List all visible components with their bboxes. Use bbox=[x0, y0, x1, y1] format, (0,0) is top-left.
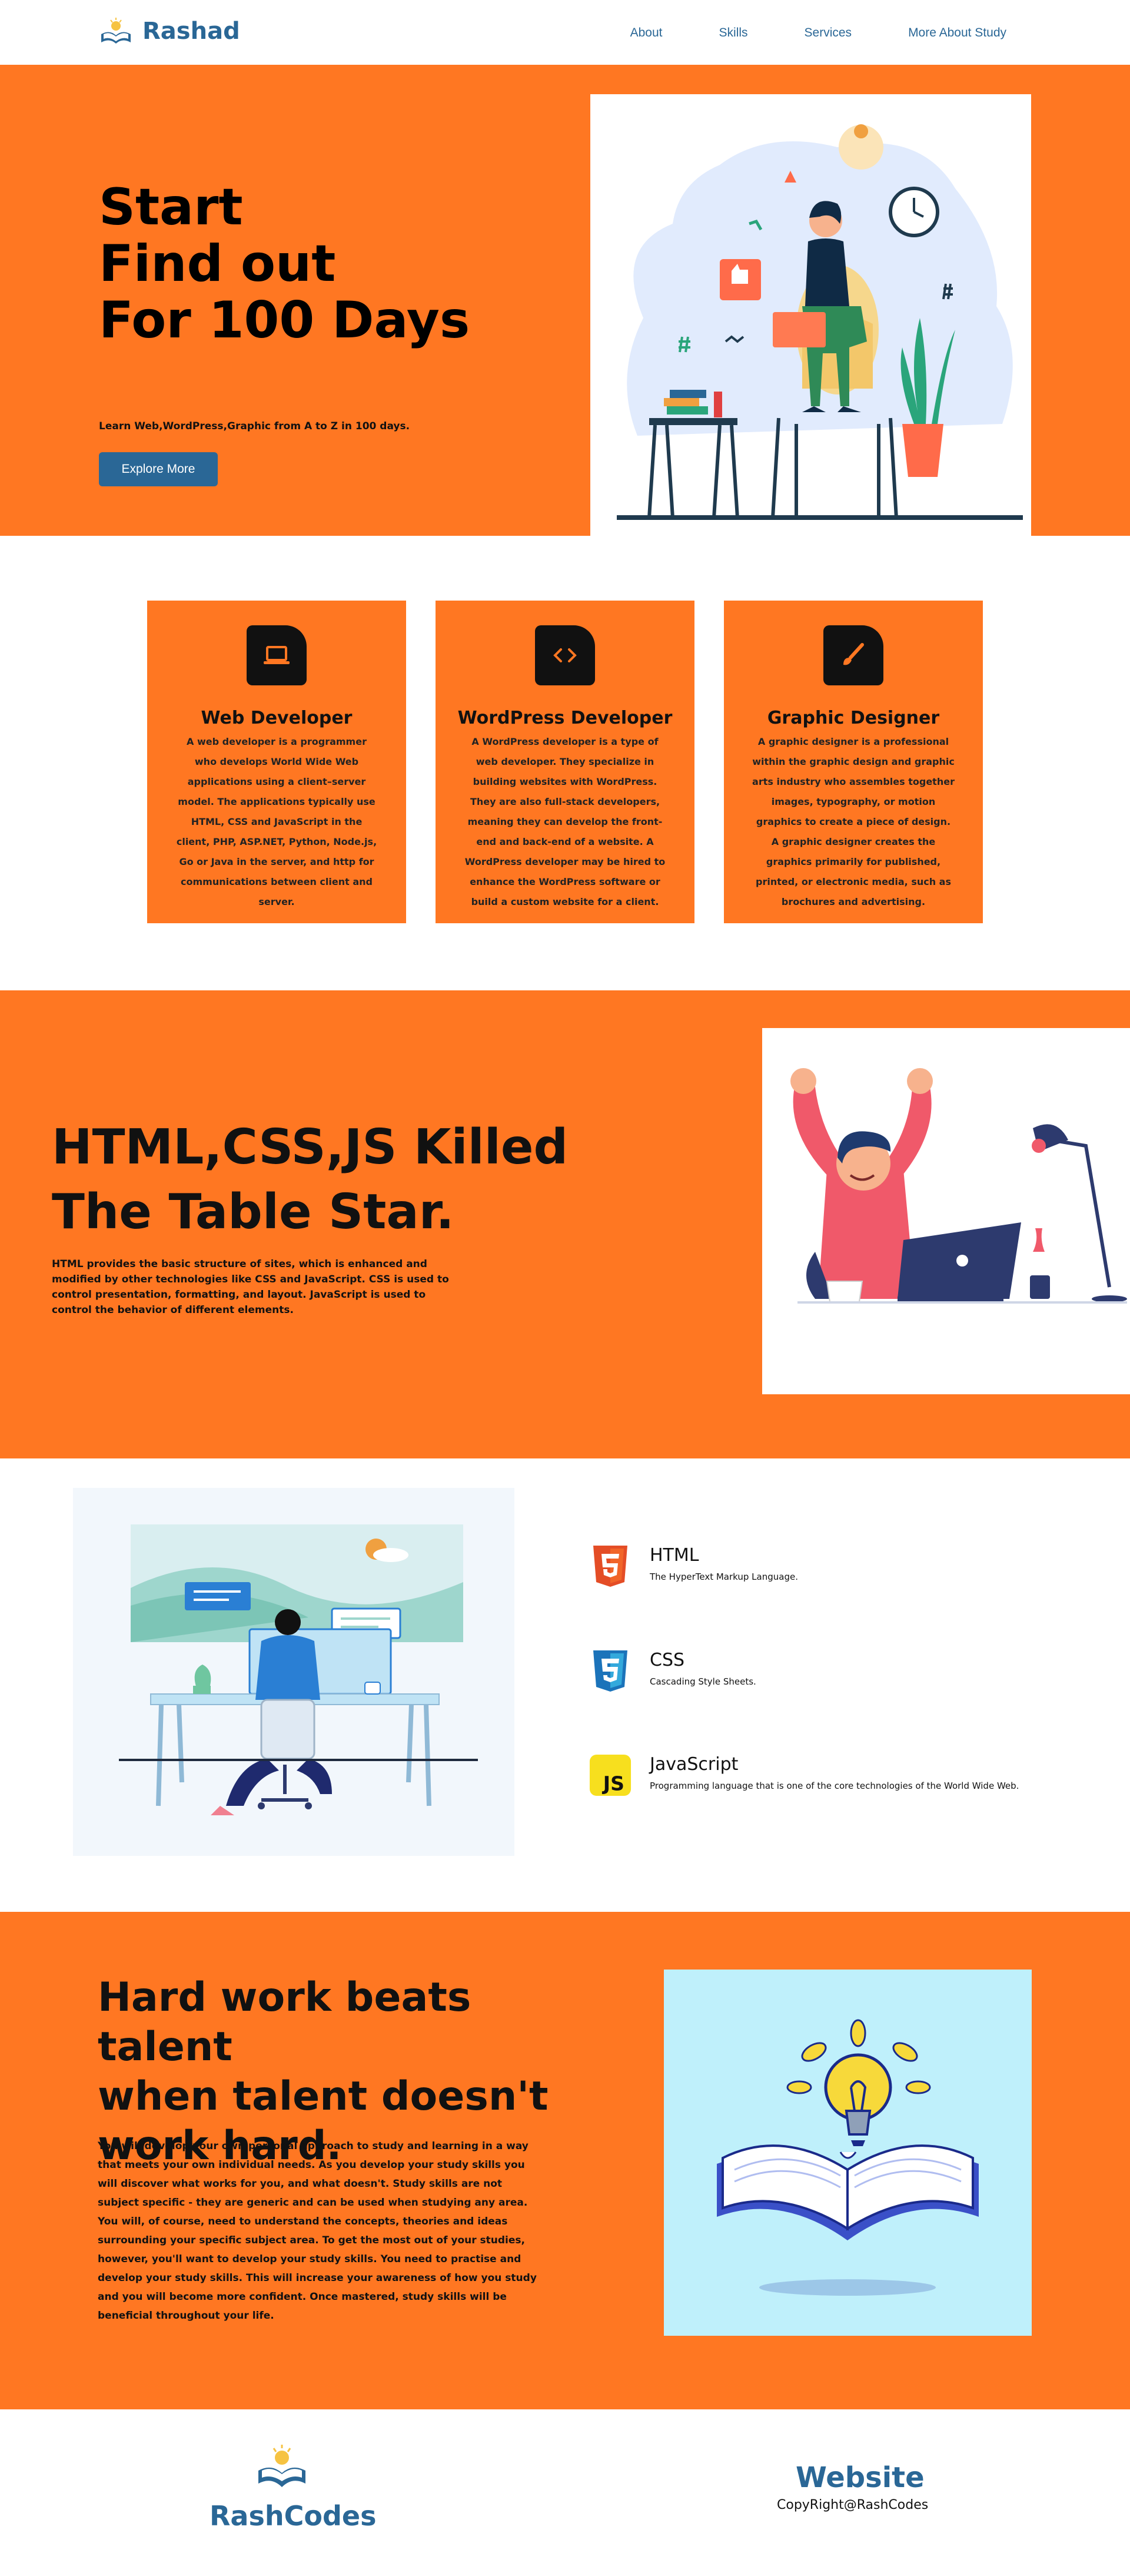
tech-name: CSS bbox=[650, 1650, 685, 1670]
technologies-section: HTML The HyperText Markup Language. CSS … bbox=[0, 1458, 1130, 1912]
table-star-title-line: HTML,CSS,JS Killed bbox=[52, 1119, 569, 1175]
brush-icon bbox=[823, 625, 883, 685]
woman-with-laptop-illustration bbox=[617, 124, 1023, 520]
table-star-title: HTML,CSS,JS Killed The Table Star. bbox=[52, 1115, 568, 1245]
footer-brand: RashCodes bbox=[210, 2500, 377, 2532]
hero-title: Start Find out For 100 Days bbox=[99, 179, 470, 349]
laptop-icon bbox=[247, 625, 307, 685]
tech-item-javascript: JS JavaScript Programming language that … bbox=[589, 1753, 1019, 1798]
hard-work-section: Hard work beats talent when talent doesn… bbox=[0, 1912, 1130, 2409]
nav-link-about[interactable]: About bbox=[630, 26, 663, 40]
book-lightbulb-illustration bbox=[664, 1970, 1032, 2336]
table-star-section: HTML,CSS,JS Killed The Table Star. HTML … bbox=[0, 990, 1130, 1458]
book-logo-icon bbox=[101, 18, 131, 44]
tech-description: Programming language that is one of the … bbox=[650, 1781, 1019, 1791]
nav-link-more-about-study[interactable]: More About Study bbox=[908, 26, 1006, 40]
tech-item-html: HTML The HyperText Markup Language. bbox=[589, 1544, 798, 1589]
tech-item-css: CSS Cascading Style Sheets. bbox=[589, 1649, 756, 1693]
open-book-with-lightbulb-illustration bbox=[717, 2019, 979, 2296]
footer: RashCodes Website CopyRight@RashCodes bbox=[0, 2409, 1130, 2546]
tech-name: HTML bbox=[650, 1545, 699, 1566]
service-card-wordpress-developer: WordPress Developer A WordPress develope… bbox=[436, 601, 694, 923]
service-card-title: WordPress Developer bbox=[457, 708, 673, 728]
table-star-title-line: The Table Star. bbox=[52, 1184, 454, 1240]
tech-name: JavaScript bbox=[650, 1754, 739, 1775]
svg-text:JS: JS bbox=[602, 1772, 624, 1795]
service-card-text: A WordPress developer is a type of web d… bbox=[464, 736, 666, 907]
services-section: Web Developer A web developer is a progr… bbox=[0, 536, 1130, 990]
code-icon bbox=[535, 625, 595, 685]
copyright-text: CopyRight@RashCodes bbox=[777, 2498, 929, 2512]
hero-subtitle: Learn Web,WordPress,Graphic from A to Z … bbox=[99, 420, 410, 432]
nav-link-skills[interactable]: Skills bbox=[719, 26, 748, 40]
hero-title-line: Find out bbox=[99, 234, 336, 293]
service-card-graphic-designer: Graphic Designer A graphic designer is a… bbox=[724, 601, 983, 923]
service-card-title: Web Developer bbox=[201, 708, 353, 728]
hero-title-line: For 100 Days bbox=[99, 291, 470, 350]
hero-title-line: Start bbox=[99, 178, 243, 237]
tech-description: Cascading Style Sheets. bbox=[650, 1676, 756, 1687]
js-icon: JS bbox=[589, 1753, 632, 1798]
hard-work-title-line: when talent doesn't bbox=[98, 2073, 549, 2120]
html5-icon bbox=[589, 1544, 632, 1589]
brand-logo[interactable]: Rashad bbox=[99, 16, 240, 46]
service-card-title: Graphic Designer bbox=[767, 708, 940, 728]
footer-title: Website bbox=[796, 2461, 925, 2494]
hard-work-title-line: Hard work beats talent bbox=[98, 1974, 471, 2070]
hero-section: Start Find out For 100 Days Learn Web,Wo… bbox=[0, 65, 1130, 536]
css3-icon bbox=[589, 1649, 632, 1693]
explore-more-button[interactable]: Explore More bbox=[99, 452, 218, 486]
developer-at-desk-illustration bbox=[119, 1524, 478, 1815]
tech-description: The HyperText Markup Language. bbox=[650, 1572, 798, 1582]
brand-name: Rashad bbox=[142, 18, 240, 45]
hero-illustration bbox=[590, 94, 1031, 536]
cheering-developer-illustration bbox=[790, 1068, 1127, 1304]
service-card-text: A web developer is a programmer who deve… bbox=[176, 736, 377, 907]
book-logo-icon bbox=[258, 2445, 305, 2487]
service-card-web-developer: Web Developer A web developer is a progr… bbox=[147, 601, 406, 923]
nav-links: About Skills Services More About Study bbox=[574, 26, 1006, 40]
desk-illustration bbox=[73, 1488, 514, 1856]
hard-work-text: You will develop your own personal appro… bbox=[98, 2140, 537, 2322]
service-card-text: A graphic designer is a professional wit… bbox=[752, 736, 955, 907]
top-navigation: Rashad About Skills Services More About … bbox=[0, 0, 1130, 65]
table-star-text: HTML provides the basic structure of sit… bbox=[52, 1258, 449, 1316]
table-star-illustration bbox=[762, 1028, 1130, 1394]
nav-link-services[interactable]: Services bbox=[805, 26, 852, 40]
